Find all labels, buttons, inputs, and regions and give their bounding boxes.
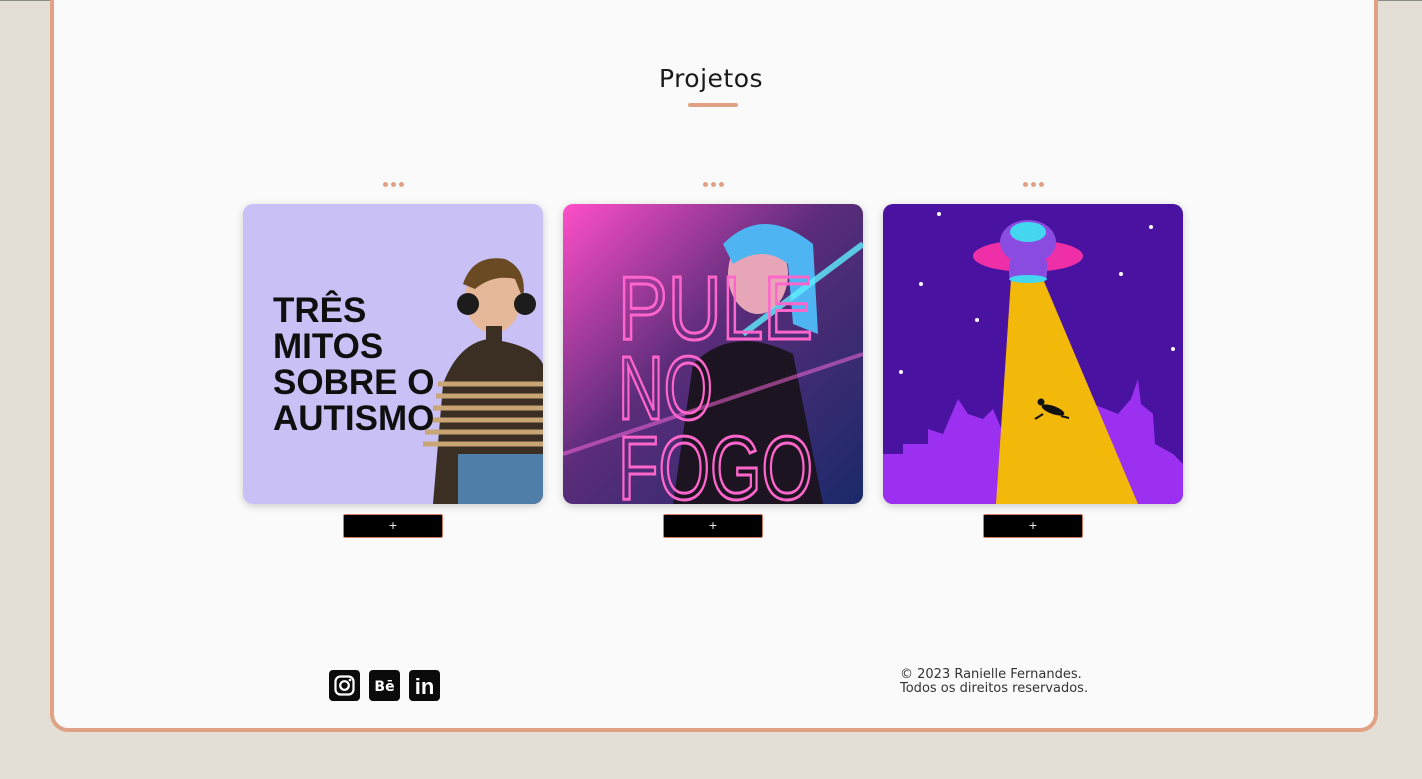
project-thumbnail-1[interactable]: TRÊS MITOS SOBRE O AUTISMO: [243, 204, 543, 504]
copyright-line-1: © 2023 Ranielle Fernandes.: [900, 667, 1082, 682]
title-underline: [688, 103, 738, 107]
instagram-icon[interactable]: [329, 670, 360, 701]
more-options-icon[interactable]: [243, 172, 543, 188]
linkedin-icon[interactable]: in: [409, 670, 440, 701]
more-options-icon[interactable]: [563, 172, 863, 188]
svg-text:FOGO: FOGO: [618, 419, 813, 504]
copyright-line-2: Todos os direitos reservados.: [900, 681, 1089, 696]
view-project-button[interactable]: +: [343, 514, 443, 538]
svg-text:AUTISMO: AUTISMO: [273, 399, 434, 438]
more-options-icon[interactable]: [883, 172, 1183, 188]
view-project-button[interactable]: +: [983, 514, 1083, 538]
svg-text:TRÊS: TRÊS: [273, 290, 366, 330]
view-project-button[interactable]: +: [663, 514, 763, 538]
svg-text:Bē: Bē: [374, 679, 394, 695]
section-title: Projetos: [658, 64, 764, 93]
svg-text:in: in: [415, 674, 435, 699]
copyright-notice: © 2023 Ranielle Fernandes. Todos os dire…: [900, 668, 1088, 696]
svg-text:MITOS: MITOS: [273, 327, 383, 366]
svg-text:SOBRE O: SOBRE O: [273, 363, 434, 402]
project-thumbnail-3[interactable]: [883, 204, 1183, 504]
behance-icon[interactable]: Bē: [369, 670, 400, 701]
project-thumbnail-2[interactable]: PULE NO FOGO: [563, 204, 863, 504]
